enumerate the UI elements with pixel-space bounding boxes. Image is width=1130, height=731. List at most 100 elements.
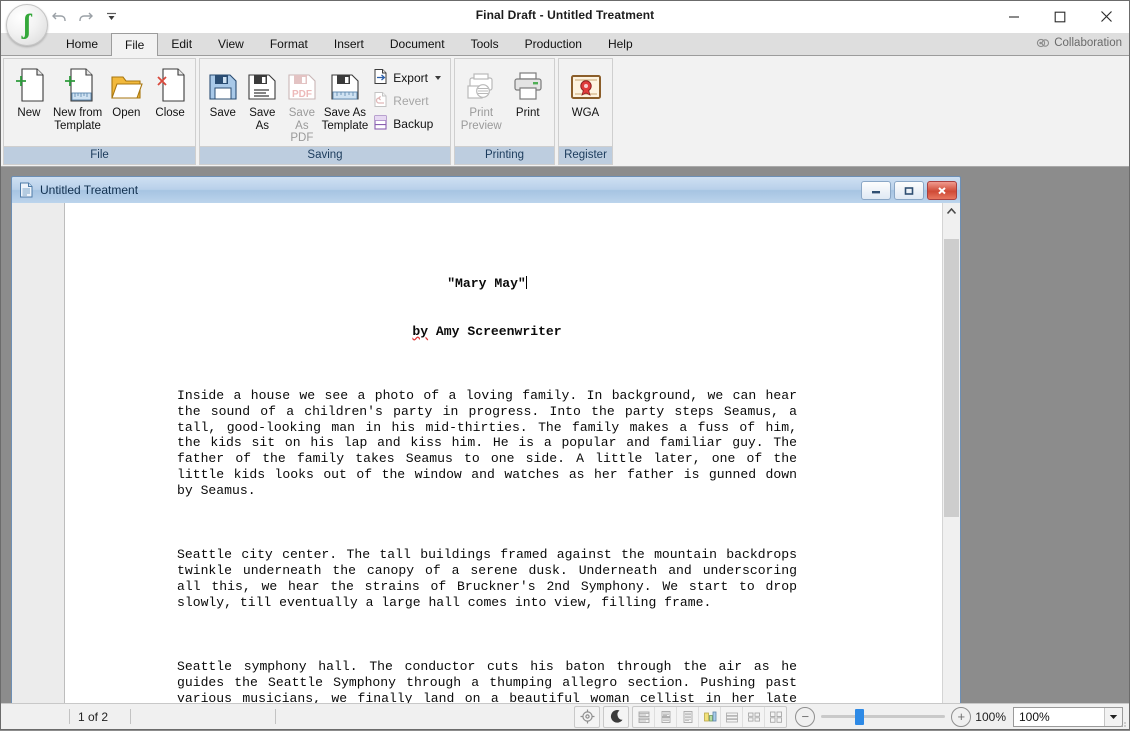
wga-button-label: WGA: [571, 107, 600, 119]
new-from-template-button[interactable]: New from Template: [51, 63, 105, 132]
tab-document[interactable]: Document: [377, 33, 458, 56]
tab-home[interactable]: Home: [53, 33, 111, 56]
index-card-color-icon[interactable]: [699, 706, 722, 727]
open-button[interactable]: Open: [104, 63, 148, 120]
save-as-pdf-button[interactable]: PDF Save As PDF: [282, 63, 322, 145]
document-title-bar: Untitled Treatment: [12, 177, 960, 203]
tab-tools[interactable]: Tools: [458, 33, 512, 56]
status-bar: 1 of 2 − + 100% 100%: [1, 703, 1129, 729]
zoom-slider-track: [821, 715, 946, 718]
new-from-template-label: New from Template: [53, 107, 103, 132]
close-button-ribbon[interactable]: Close: [148, 63, 192, 120]
close-button[interactable]: [1083, 1, 1129, 32]
save-as-button[interactable]: Save As: [243, 63, 283, 132]
export-label: Export: [393, 71, 428, 85]
tab-file[interactable]: File: [111, 33, 159, 57]
save-as-template-label: Save As Template: [321, 107, 369, 132]
zoom-in-label: +: [957, 709, 966, 724]
status-right: − + 100% 100%: [574, 705, 1123, 728]
new-document-icon: [12, 65, 46, 105]
script-paragraph: Seattle symphony hall. The conductor cut…: [177, 658, 797, 703]
ribbon-group-printing: Print Preview Print Printing: [454, 58, 555, 165]
view-mode-group-a: [632, 705, 788, 728]
tab-view[interactable]: View: [205, 33, 257, 56]
final-draft-window: ʃ Final Draft - Untitled Treatment Home …: [0, 0, 1130, 730]
close-document-icon: [153, 65, 187, 105]
minimize-button[interactable]: [991, 1, 1037, 32]
script-text[interactable]: "Mary May" by Amy Screenwriter Inside a …: [177, 244, 797, 703]
ribbon-group-file: New New from Template Open Close File: [3, 58, 196, 165]
save-as-button-label: Save As: [249, 107, 276, 132]
scene-view-four-icon[interactable]: [765, 707, 786, 727]
index-card-summary-icon[interactable]: [721, 706, 744, 727]
document-title: Untitled Treatment: [40, 183, 139, 197]
save-button[interactable]: Save: [203, 63, 243, 120]
svg-text:PDF: PDF: [292, 89, 312, 100]
zoom-out-button[interactable]: −: [795, 706, 816, 727]
zoom-percent-label: 100%: [975, 709, 1006, 724]
doc-restore-button[interactable]: [894, 180, 924, 200]
zoom-select[interactable]: 100%: [1013, 706, 1123, 727]
app-logo: ʃ: [6, 4, 48, 46]
tab-insert[interactable]: Insert: [321, 33, 377, 56]
chevron-down-icon[interactable]: [434, 76, 441, 80]
zoom-select-value: 100%: [1019, 709, 1050, 724]
scrollbar-thumb[interactable]: [944, 239, 959, 517]
page-view-icon[interactable]: [655, 706, 678, 727]
zoom-slider[interactable]: [821, 708, 946, 726]
revert-label: Revert: [393, 94, 429, 108]
collaboration-button[interactable]: Collaboration: [1036, 36, 1122, 50]
script-page[interactable]: "Mary May" by Amy Screenwriter Inside a …: [65, 203, 942, 703]
zoom-in-button[interactable]: +: [951, 706, 972, 727]
app-logo-glyph: ʃ: [22, 8, 32, 39]
open-folder-icon: [109, 65, 144, 105]
focus-mode-icon[interactable]: [574, 705, 601, 728]
tab-help[interactable]: Help: [595, 33, 646, 56]
ribbon-group-saving: Save Save As PDF Save As PDF Save As Tem…: [199, 58, 451, 165]
print-preview-button[interactable]: Print Preview: [458, 63, 505, 132]
save-as-template-button[interactable]: Save As Template: [321, 63, 369, 132]
maximize-button[interactable]: [1037, 1, 1083, 32]
save-as-template-icon: [328, 65, 362, 105]
zoom-slider-thumb[interactable]: [855, 708, 865, 725]
doc-minimize-button[interactable]: [861, 180, 891, 200]
script-paragraph: Seattle city center. The tall buildings …: [177, 547, 805, 610]
wga-button[interactable]: WGA: [562, 63, 609, 120]
open-button-label: Open: [112, 107, 141, 119]
left-margin-gutter: [12, 203, 65, 703]
revert-icon: [373, 91, 388, 111]
normal-view-icon[interactable]: [633, 706, 656, 727]
tab-production[interactable]: Production: [512, 33, 595, 56]
tab-edit[interactable]: Edit: [158, 33, 205, 56]
doc-close-button[interactable]: [927, 180, 957, 200]
document-body: "Mary May" by Amy Screenwriter Inside a …: [12, 203, 960, 703]
backup-label: Backup: [393, 117, 434, 131]
status-left: 1 of 2: [1, 709, 284, 724]
new-from-template-icon: [61, 65, 95, 105]
speed-view-icon[interactable]: [677, 706, 700, 727]
save-as-pdf-label: Save As PDF: [288, 107, 315, 144]
vertical-scrollbar[interactable]: [942, 203, 960, 703]
print-button-label: Print: [515, 107, 540, 119]
revert-button[interactable]: Revert: [372, 91, 445, 111]
menu-tabs: Home File Edit View Format Insert Docume…: [53, 33, 646, 57]
night-mode-icon[interactable]: [603, 705, 630, 728]
backup-button[interactable]: Backup: [372, 114, 445, 134]
menu-tab-bar: Home File Edit View Format Insert Docume…: [1, 33, 1129, 57]
export-icon: [373, 68, 388, 88]
tab-format[interactable]: Format: [257, 33, 321, 56]
script-byline: by Amy Screenwriter: [412, 323, 562, 339]
resize-grip[interactable]: [1117, 717, 1127, 727]
ribbon-group-file-title: File: [4, 146, 195, 164]
collaboration-icon: [1036, 36, 1050, 50]
page-indicator: 1 of 2: [78, 709, 109, 724]
scroll-up-arrow-icon[interactable]: [943, 203, 960, 220]
scene-view-two-icon[interactable]: [743, 706, 766, 727]
new-button[interactable]: New: [7, 63, 51, 120]
print-button[interactable]: Print: [505, 63, 552, 120]
app-title: Final Draft - Untitled Treatment: [475, 8, 655, 22]
export-button[interactable]: Export: [372, 68, 445, 88]
document-icon: [19, 182, 34, 198]
ribbon-group-register-title: Register: [559, 146, 612, 164]
window-controls: [991, 1, 1129, 32]
